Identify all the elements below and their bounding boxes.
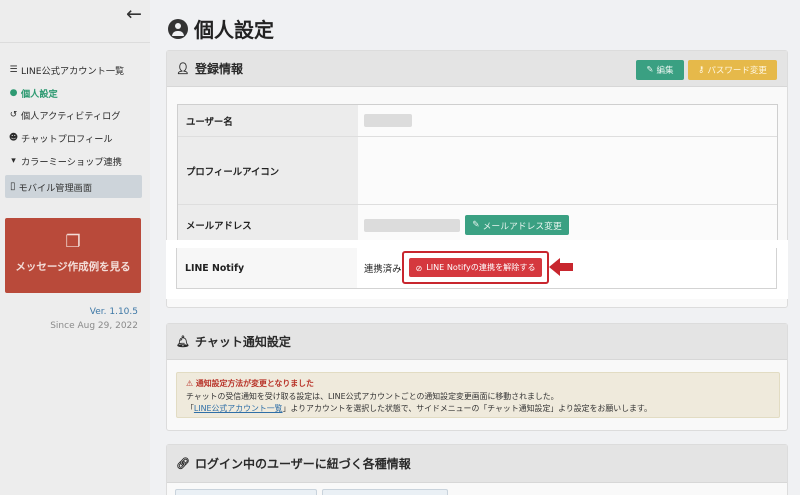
registration-heading: 登録情報 xyxy=(194,62,243,76)
edit-button-label: 編集 xyxy=(656,66,674,76)
alert-line-2: 「LINE公式アカウント一覧」よりアカウントを選択した状態で、サイドメニューの「… xyxy=(186,403,770,416)
chat-notify-card: 🔔︎ チャット通知設定 ⚠ 通知設定方法が変更となりました チャットの受信通知を… xyxy=(166,323,788,431)
change-password-button[interactable]: ⚷ パスワード変更 xyxy=(688,60,777,80)
sidebar: ← ☰ LINE公式アカウント一覧 ● 個人設定 ↺ 個人アクティビティログ ☻… xyxy=(0,0,150,495)
profile-icon-value xyxy=(358,137,777,204)
change-email-button[interactable]: ✎ メールアドレス変更 xyxy=(465,215,569,235)
link-icon: 🔗︎ xyxy=(176,457,190,470)
copy-icon: ❐ xyxy=(65,232,81,252)
page-title: 個人設定 xyxy=(168,14,274,43)
unlink-button-label: LINE Notifyの連携を解除する xyxy=(426,262,536,272)
change-password-label: パスワード変更 xyxy=(707,66,767,76)
bell-slash-icon: ⊘ xyxy=(415,262,423,273)
registration-table: ユーザー名 プロフィールアイコン メールアドレス ✎ メールアドレス変更 xyxy=(177,104,778,246)
redacted-email xyxy=(364,218,460,232)
alert-title-row: ⚠ 通知設定方法が変更となりました xyxy=(186,378,770,391)
alert-line-1: チャットの受信通知を受け取る設定は、LINE公式アカウントごとの通知設定変更画面… xyxy=(186,391,559,401)
login-info-card-header: 🔗︎ ログイン中のユーザーに紐づく各種情報 xyxy=(167,445,787,483)
table-row: プロフィールアイコン xyxy=(178,137,777,205)
user-circle-icon xyxy=(168,18,188,39)
table-row: メールアドレス ✎ メールアドレス変更 xyxy=(178,205,777,245)
sidebar-item-activity-log[interactable]: ↺ 個人アクティビティログ xyxy=(8,104,144,127)
chat-notify-card-header: 🔔︎ チャット通知設定 xyxy=(167,324,787,360)
username-value xyxy=(358,105,777,136)
profile-icon-label: プロフィールアイコン xyxy=(178,137,358,204)
notice-alert: ⚠ 通知設定方法が変更となりました チャットの受信通知を受け取る設定は、LINE… xyxy=(176,372,780,418)
user-icon: 👤︎ xyxy=(176,62,190,75)
line-notify-status: 連携済み xyxy=(364,264,402,275)
login-info-tab[interactable] xyxy=(175,489,317,495)
sidebar-item-label: 個人アクティビティログ xyxy=(21,111,121,123)
sidebar-item-line-accounts[interactable]: ☰ LINE公式アカウント一覧 xyxy=(8,59,144,82)
smile-icon: ☻ xyxy=(8,133,19,144)
sidebar-item-colorme-shop[interactable]: ▾ カラーミーショップ連携 xyxy=(8,149,144,172)
version-text: Ver. 1.10.5 xyxy=(89,307,138,317)
edit-button[interactable]: ✎ 編集 xyxy=(636,60,684,80)
sidebar-item-label: カラーミーショップ連携 xyxy=(21,156,122,168)
sidebar-item-label: 個人設定 xyxy=(21,88,58,100)
since-text: Since Aug 29, 2022 xyxy=(50,321,138,331)
line-notify-label: LINE Notify xyxy=(177,248,357,288)
mobile-phone-icon: ▯ xyxy=(10,181,16,192)
sidebar-divider xyxy=(0,42,150,43)
message-examples-label: メッセージ作成例を見る xyxy=(15,261,131,273)
line-accounts-link[interactable]: LINE公式アカウント一覧 xyxy=(194,404,283,413)
sidebar-item-personal-settings[interactable]: ● 個人設定 xyxy=(8,82,144,105)
pointer-arrow-icon xyxy=(549,258,573,276)
login-info-heading: ログイン中のユーザーに紐づく各種情報 xyxy=(194,457,411,471)
history-icon: ↺ xyxy=(9,110,18,121)
mobile-admin-button[interactable]: ▯ モバイル管理画面 xyxy=(5,175,142,198)
sidebar-item-chat-profile[interactable]: ☻ チャットプロフィール xyxy=(8,127,144,150)
list-icon: ☰ xyxy=(9,65,18,76)
mobile-admin-label: モバイル管理画面 xyxy=(18,182,93,194)
bell-icon: 🔔︎ xyxy=(176,335,190,348)
login-info-card: 🔗︎ ログイン中のユーザーに紐づく各種情報 xyxy=(166,444,788,495)
table-row: ユーザー名 xyxy=(178,105,777,137)
pencil-icon: ✎ xyxy=(646,65,654,75)
registration-card-header: 👤︎ 登録情報 ✎ 編集 ⚷ パスワード変更 xyxy=(167,51,787,87)
pencil-icon: ✎ xyxy=(472,220,480,230)
back-arrow-icon[interactable]: ← xyxy=(126,4,142,24)
chat-notify-heading: チャット通知設定 xyxy=(194,335,291,349)
redacted-username xyxy=(364,114,412,127)
unlink-line-notify-button[interactable]: ⊘ LINE Notifyの連携を解除する xyxy=(409,258,542,277)
key-icon: ⚷ xyxy=(698,65,705,75)
alert-line-2-post: 」よりアカウントを選択した状態で、サイドメニューの「チャット通知設定」より設定を… xyxy=(282,404,652,414)
change-email-label: メールアドレス変更 xyxy=(482,221,562,232)
message-examples-button[interactable]: ❐ メッセージ作成例を見る xyxy=(5,218,141,293)
page-title-text: 個人設定 xyxy=(194,18,274,42)
sidebar-nav: ☰ LINE公式アカウント一覧 ● 個人設定 ↺ 個人アクティビティログ ☻ チ… xyxy=(8,59,144,172)
warning-icon: ⚠ xyxy=(186,379,194,388)
email-label: メールアドレス xyxy=(178,205,358,245)
alert-title: 通知設定方法が変更となりました xyxy=(195,379,314,388)
login-info-tab[interactable] xyxy=(322,489,448,495)
username-label: ユーザー名 xyxy=(178,105,358,136)
email-value: ✎ メールアドレス変更 xyxy=(358,205,777,245)
sidebar-item-label: LINE公式アカウント一覧 xyxy=(21,66,125,78)
sidebar-item-label: チャットプロフィール xyxy=(21,134,113,146)
cart-icon: ▾ xyxy=(11,155,16,166)
alert-line-2-pre: 「 xyxy=(186,404,194,414)
user-gear-icon: ● xyxy=(9,87,18,98)
